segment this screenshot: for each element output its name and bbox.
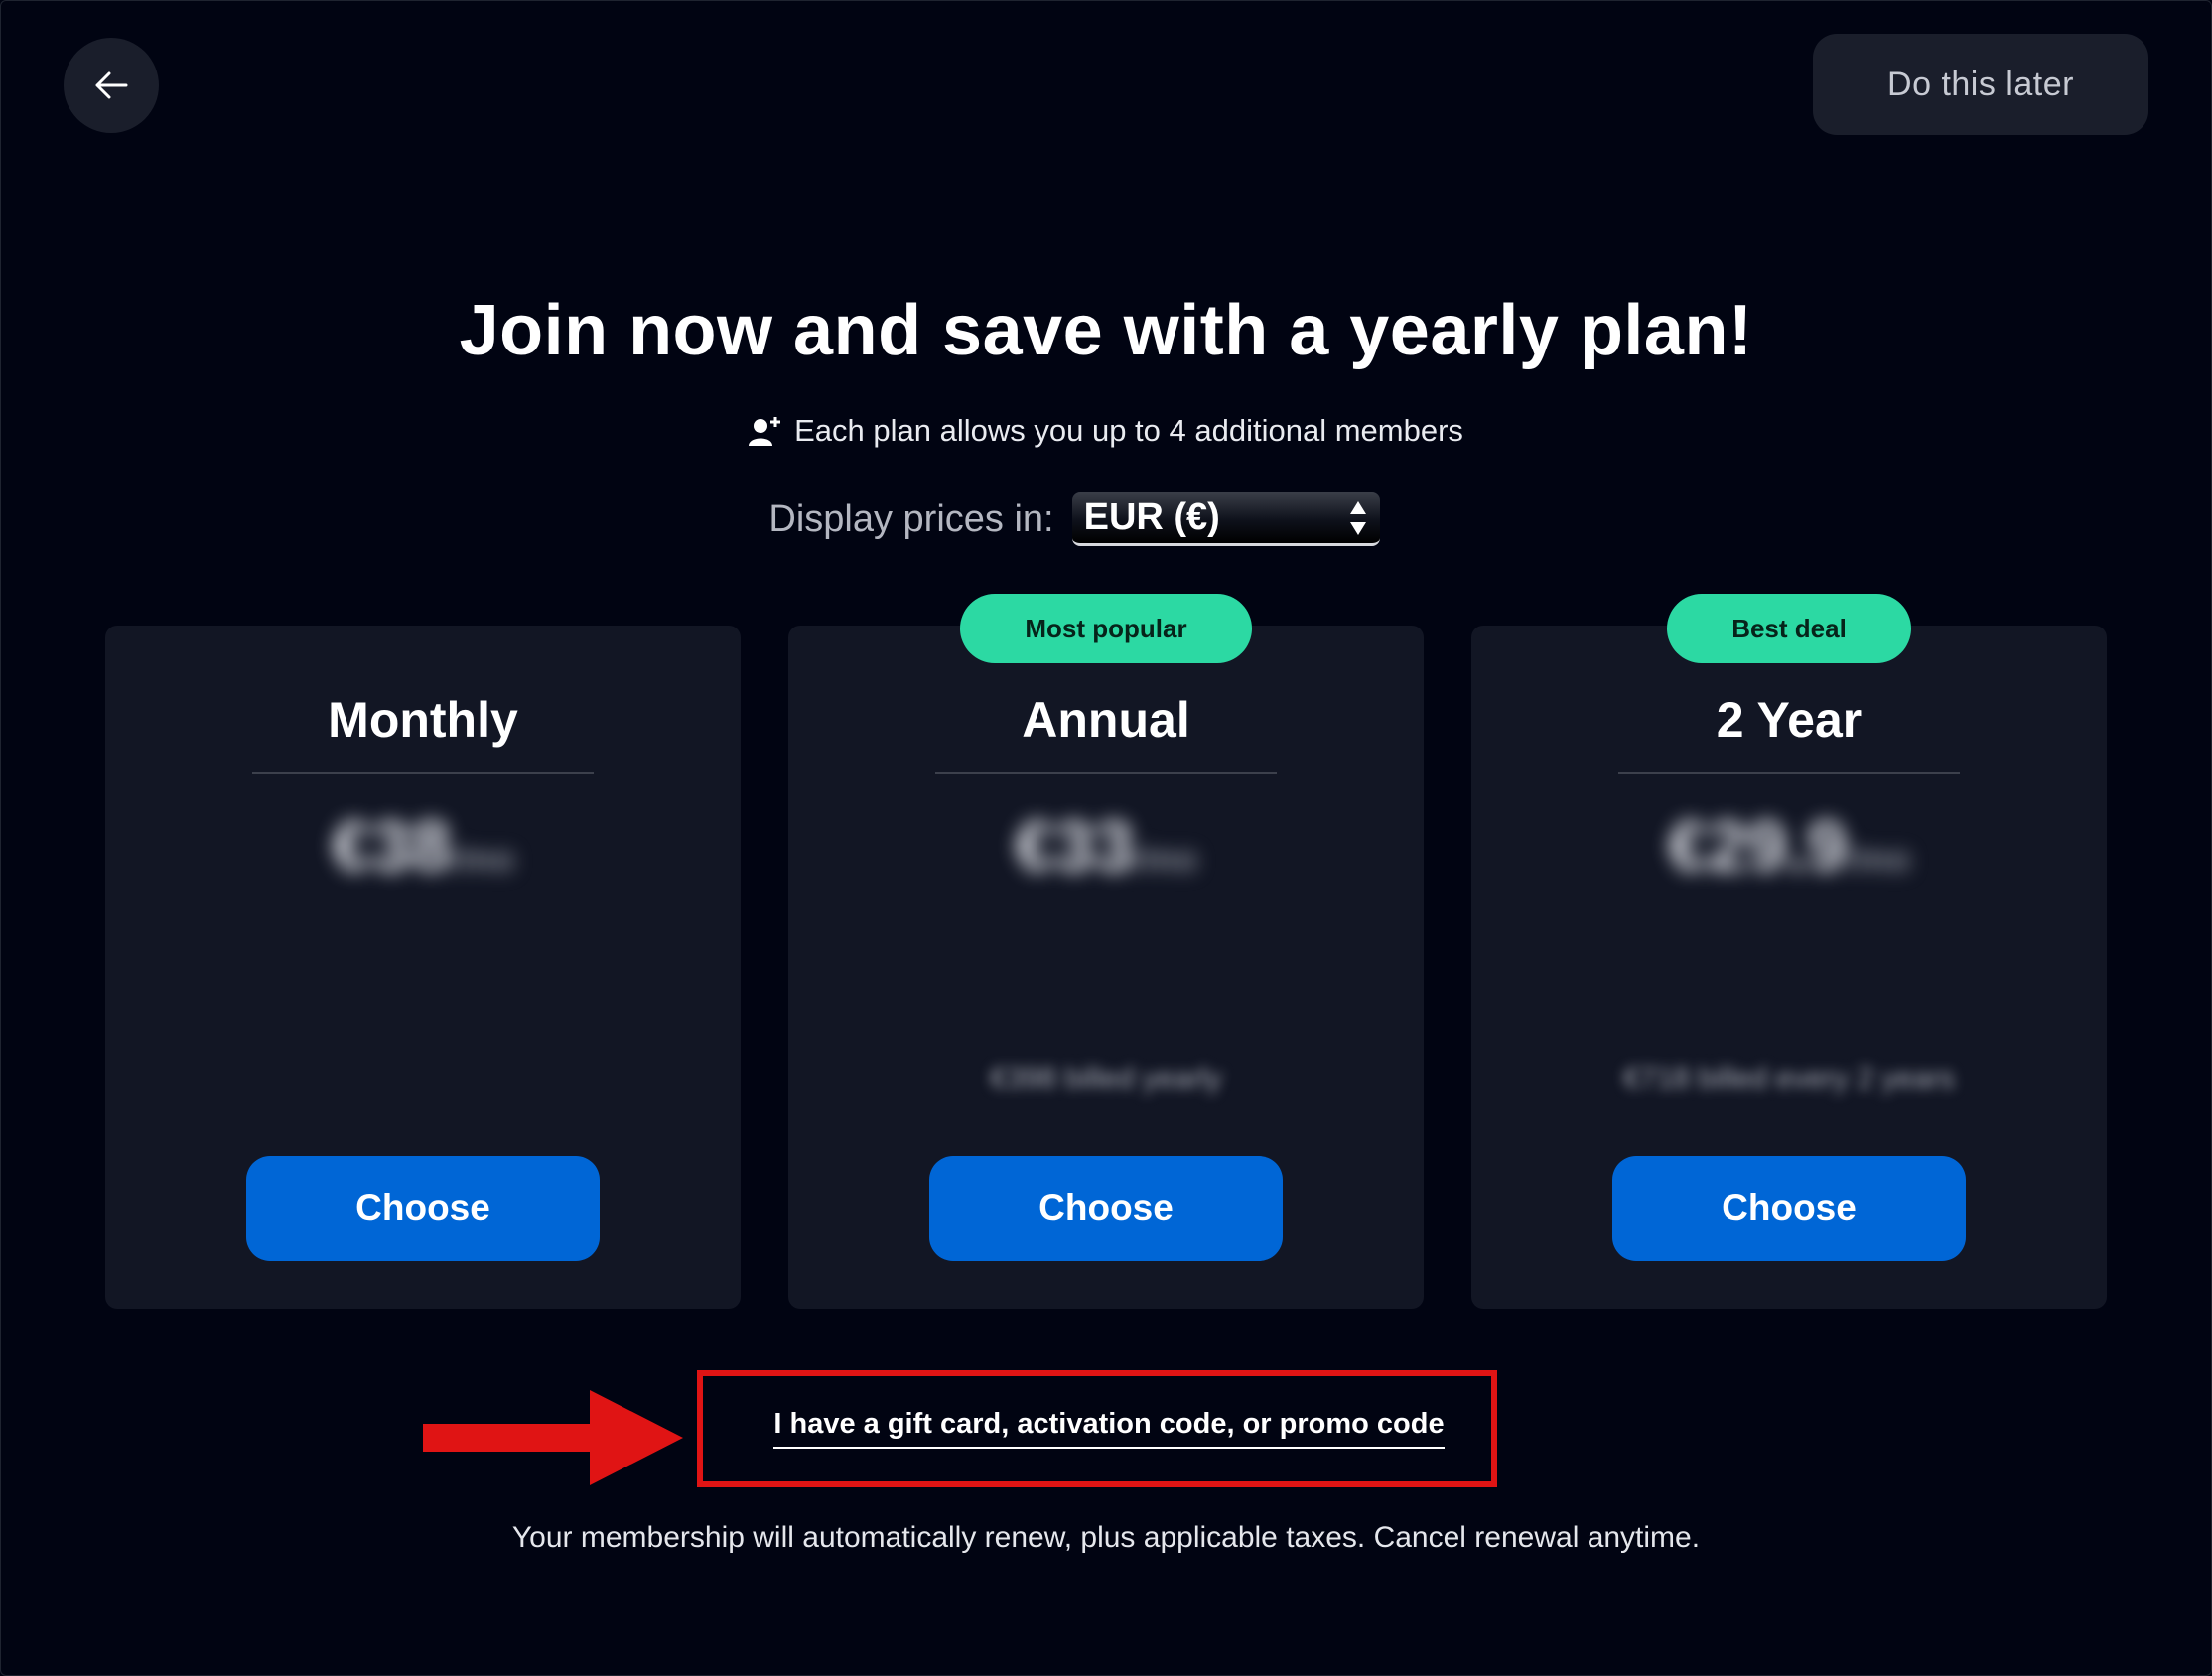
price-period: /mo xyxy=(451,838,515,879)
members-note: Each plan allows you up to 4 additional … xyxy=(0,413,2212,449)
price-value: €29.9 xyxy=(1667,807,1848,887)
divider xyxy=(1618,772,1960,774)
currency-row: Display prices in: EUR (€) xyxy=(0,492,2212,546)
gift-card-promo-link[interactable]: I have a gift card, activation code, or … xyxy=(773,1408,1445,1449)
price-period: /mo xyxy=(1847,838,1911,879)
divider xyxy=(252,772,594,774)
plan-name: Annual xyxy=(1022,692,1190,748)
renewal-notice: Your membership will automatically renew… xyxy=(511,1521,1701,1554)
arrow-left-icon xyxy=(95,71,128,99)
divider xyxy=(935,772,1277,774)
members-note-text: Each plan allows you up to 4 additional … xyxy=(794,413,1463,448)
promo-link-row: I have a gift card, activation code, or … xyxy=(0,1408,2212,1449)
price-value: €38 xyxy=(331,807,452,887)
choose-annual-button[interactable]: Choose xyxy=(929,1156,1283,1261)
choose-2-year-button[interactable]: Choose xyxy=(1612,1156,1966,1261)
person-add-icon xyxy=(749,415,782,447)
currency-value: EUR (€) xyxy=(1083,496,1220,538)
select-arrows-icon xyxy=(1348,499,1368,537)
plan-name: 2 Year xyxy=(1716,692,1863,748)
price-blurred: €38/mo xyxy=(332,806,514,888)
plan-card-2-year: Best deal 2 Year €29.9/mo €718 billed ev… xyxy=(1471,594,2107,1309)
choose-monthly-button[interactable]: Choose xyxy=(246,1156,600,1261)
most-popular-badge: Most popular xyxy=(960,594,1252,663)
price-value: €33 xyxy=(1014,807,1135,887)
plan-card-monthly: Monthly €38/mo Choose xyxy=(105,626,741,1309)
currency-label: Display prices in: xyxy=(768,497,1054,540)
best-deal-badge: Best deal xyxy=(1667,594,1911,663)
price-period: /mo xyxy=(1134,838,1198,879)
plan-card-annual: Most popular Annual €33/mo €398 billed y… xyxy=(788,594,1424,1309)
back-button[interactable] xyxy=(64,38,159,133)
billing-note-blurred: €398 billed yearly xyxy=(990,1062,1222,1095)
plan-name: Monthly xyxy=(328,692,518,748)
currency-select[interactable]: EUR (€) xyxy=(1071,492,1380,546)
price-blurred: €33/mo xyxy=(1015,806,1197,888)
do-this-later-button[interactable]: Do this later xyxy=(1813,34,2148,135)
billing-note-blurred: €718 billed every 2 years xyxy=(1623,1062,1955,1095)
price-blurred: €29.9/mo xyxy=(1668,806,1910,888)
page-title: Join now and save with a yearly plan! xyxy=(459,291,1753,370)
